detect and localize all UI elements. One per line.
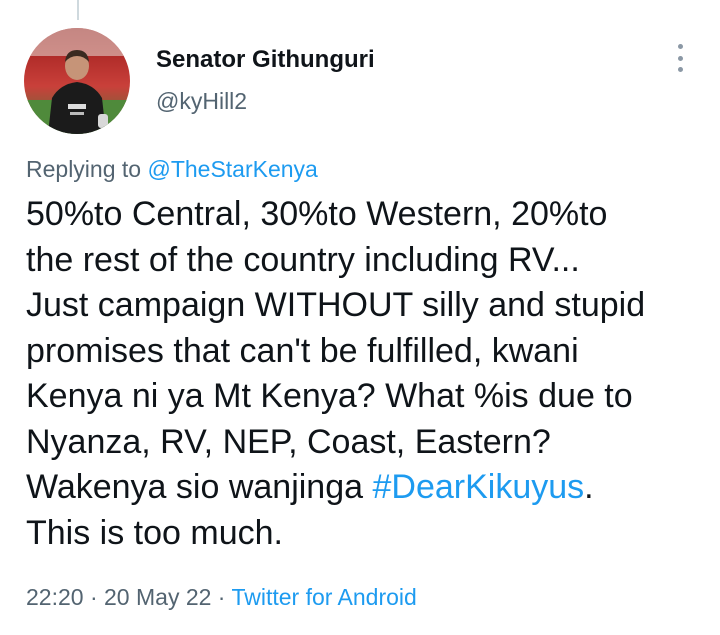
tweet-line: Just campaign WITHOUT silly and stupid <box>26 286 646 324</box>
tweet-line: Kenya ni ya Mt Kenya? What %is due to <box>26 377 633 415</box>
replying-to: Replying to @TheStarKenya <box>26 156 318 183</box>
tweet-metadata: 22:20 · 20 May 22 · Twitter for Android <box>26 584 417 611</box>
tweet-date[interactable]: 20 May 22 <box>104 584 211 610</box>
dot <box>677 55 683 61</box>
thread-connector-line <box>77 0 79 20</box>
author-handle[interactable]: @kyHill2 <box>156 88 247 115</box>
replying-to-label: Replying to <box>26 156 148 182</box>
meta-separator: · <box>211 584 232 610</box>
meta-separator: · <box>83 584 105 610</box>
tweet-line: promises that can't be fulfilled, kwani <box>26 331 579 370</box>
tweet-line-text: Wakenya sio wanjinga <box>26 468 373 506</box>
tweet-line-text: . <box>584 468 594 506</box>
dot <box>677 67 683 72</box>
tweet-text: 50%to Central, 30%to Western, 20%to the … <box>26 192 706 556</box>
tweet-line: This is too much. <box>26 513 283 552</box>
tweet-line: the rest of the country including RV... <box>26 240 580 279</box>
more-options-icon[interactable] <box>666 40 694 76</box>
tweet-time[interactable]: 22:20 <box>26 584 84 610</box>
reply-mention-link[interactable]: @TheStarKenya <box>147 156 317 182</box>
tweet-line: 50%to Central, 30%to Western, 20%to <box>26 195 608 233</box>
avatar[interactable] <box>24 28 130 134</box>
dot <box>677 44 683 49</box>
tweet-detail: Senator Githunguri @kyHill2 Replying to … <box>0 0 720 635</box>
author-display-name[interactable]: Senator Githunguri <box>156 46 375 74</box>
tweet-line: Wakenya sio wanjinga #DearKikuyus. <box>26 465 706 511</box>
tweet-source-link[interactable]: Twitter for Android <box>231 584 416 610</box>
hashtag-link[interactable]: #DearKikuyus <box>372 468 584 506</box>
tweet-line: Nyanza, RV, NEP, Coast, Eastern? <box>26 422 551 461</box>
avatar-image <box>24 28 130 134</box>
